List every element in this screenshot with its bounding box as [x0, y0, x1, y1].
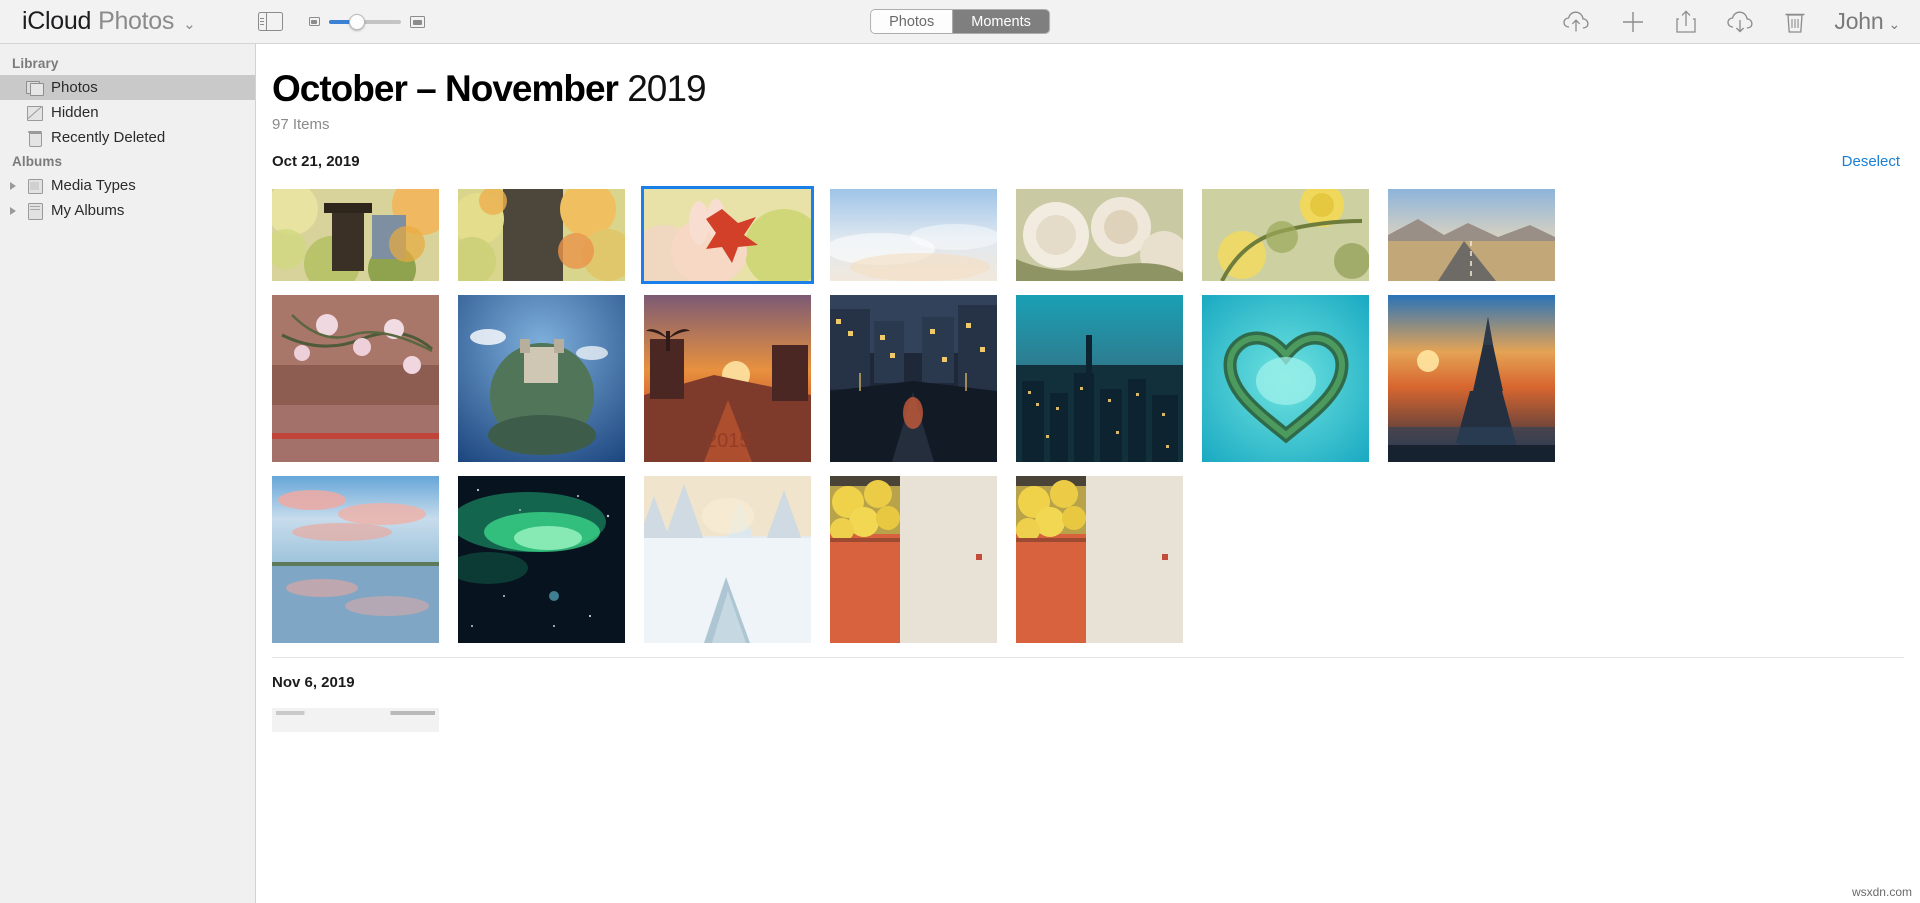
photo-lake-pink-clouds[interactable] — [272, 476, 439, 643]
photo-library-main: October – November 2019 97 Items Oct 21,… — [256, 44, 1920, 903]
sidebar: Library Photos Hidden Recently Deleted A… — [0, 44, 256, 903]
watermark-label: wsxdn.com — [1851, 885, 1912, 899]
sidebar-item-label: My Albums — [51, 202, 125, 219]
page-title-year: 2019 — [627, 68, 706, 109]
toolbar-actions: John ⌄ — [1562, 8, 1900, 35]
page-title-range: October – November — [272, 68, 619, 109]
sidebar-item-my-albums[interactable]: My Albums — [0, 198, 255, 223]
photo-blue-sky-clouds[interactable] — [830, 189, 997, 281]
moment-divider — [272, 657, 1904, 658]
share-icon[interactable] — [1674, 9, 1698, 35]
photo-city-skyline-dusk[interactable] — [1016, 295, 1183, 462]
tab-photos[interactable]: Photos — [871, 10, 953, 33]
photo-desert-road[interactable] — [1388, 189, 1555, 281]
brand-icloud-label: iCloud — [22, 7, 92, 35]
sidebar-item-label: Recently Deleted — [51, 129, 166, 146]
photo-yellow-rose[interactable] — [1202, 189, 1369, 281]
photo-hand-red-leaf[interactable] — [641, 186, 814, 284]
trash-icon — [26, 130, 43, 147]
upload-icon[interactable] — [1562, 10, 1592, 34]
disclosure-triangle-icon[interactable] — [10, 181, 16, 190]
svg-text:2015: 2015 — [706, 430, 751, 452]
workspace: Library Photos Hidden Recently Deleted A… — [0, 44, 1920, 903]
sidebar-toggle-icon[interactable] — [257, 12, 283, 31]
photos-stack-icon — [26, 80, 44, 96]
account-menu[interactable]: John ⌄ — [1834, 8, 1900, 35]
album-icon — [26, 178, 43, 194]
hidden-icon — [26, 105, 43, 121]
items-count-label: 97 Items — [272, 116, 330, 133]
photo-autumn-shrine[interactable] — [272, 189, 439, 281]
large-thumbnail-icon — [409, 15, 425, 28]
download-icon[interactable] — [1726, 10, 1756, 34]
moment-group: Nov 6, 2019 — [256, 657, 1920, 732]
sidebar-item-label: Photos — [51, 79, 98, 96]
sidebar-toggle-pane — [267, 13, 282, 30]
sidebar-item-label: Hidden — [51, 104, 99, 121]
moment-date-label: Nov 6, 2019 — [272, 673, 355, 691]
delete-icon[interactable] — [1784, 9, 1806, 35]
account-name-label: John — [1834, 8, 1884, 34]
page-title: October – November 2019 — [264, 44, 1920, 110]
sidebar-section-library-header: Library — [12, 56, 59, 71]
photo-eiffel-tower-sunset[interactable] — [1388, 295, 1555, 462]
sidebar-item-photos[interactable]: Photos — [0, 75, 255, 100]
tab-moments[interactable]: Moments — [952, 10, 1049, 33]
disclosure-triangle-icon[interactable] — [10, 206, 16, 215]
photo-screenshot-clip[interactable] — [272, 708, 439, 732]
sidebar-item-label: Media Types — [51, 177, 136, 194]
thumbnail-size-slider[interactable] — [328, 13, 401, 30]
photo-yellow-ginkgo-wall[interactable] — [830, 476, 997, 643]
photo-tiny-planet-castle[interactable] — [458, 295, 625, 462]
sidebar-item-media-types[interactable]: Media Types — [0, 173, 255, 198]
photo-palm-street-sunset[interactable]: 2015 — [644, 295, 811, 462]
thumbnail-size-slider-group[interactable] — [308, 13, 425, 30]
photo-pink-blossom-wall[interactable] — [272, 295, 439, 462]
top-toolbar: iCloud Photos ⌄ Photos Moments John ⌄ — [0, 0, 1920, 44]
photo-maple-tree[interactable] — [458, 189, 625, 281]
photo-snow-forest-stream[interactable] — [644, 476, 811, 643]
photo-white-roses[interactable] — [1016, 189, 1183, 281]
albums-icon — [26, 203, 43, 220]
sidebar-section-albums-header: Albums — [12, 154, 63, 169]
view-mode-segmented-control[interactable]: Photos Moments — [870, 9, 1050, 34]
photo-yellow-ginkgo-wall-2[interactable] — [1016, 476, 1183, 643]
brand-photos-label: Photos — [98, 7, 175, 35]
moment-header: Oct 21, 2019 Deselect — [256, 147, 1920, 175]
sidebar-item-recently-deleted[interactable]: Recently Deleted — [0, 125, 255, 150]
photo-night-city-street[interactable] — [830, 295, 997, 462]
chevron-down-icon[interactable]: ⌄ — [183, 15, 196, 33]
sidebar-item-hidden[interactable]: Hidden — [0, 100, 255, 125]
photo-aurora-green[interactable] — [458, 476, 625, 643]
photo-grid-row — [256, 462, 1920, 643]
sidebar-toggle-lines — [259, 13, 267, 30]
moment-date-label: Oct 21, 2019 — [272, 152, 360, 170]
slider-knob[interactable] — [348, 13, 365, 30]
photo-grid-row — [256, 696, 1920, 732]
add-icon[interactable] — [1620, 9, 1646, 35]
chevron-down-icon: ⌄ — [1888, 16, 1900, 32]
photo-grid-row: 2015 — [256, 281, 1920, 462]
deselect-button[interactable]: Deselect — [1842, 153, 1900, 170]
small-thumbnail-icon — [308, 17, 320, 26]
photo-grid-row — [256, 175, 1920, 284]
moment-group: Oct 21, 2019 Deselect 2015 — [256, 147, 1920, 643]
screenshot-status-bar — [276, 711, 435, 715]
app-brand[interactable]: iCloud Photos ⌄ — [22, 7, 196, 36]
photo-heart-island-lagoon[interactable] — [1202, 295, 1369, 462]
moment-header: Nov 6, 2019 — [256, 668, 1920, 696]
